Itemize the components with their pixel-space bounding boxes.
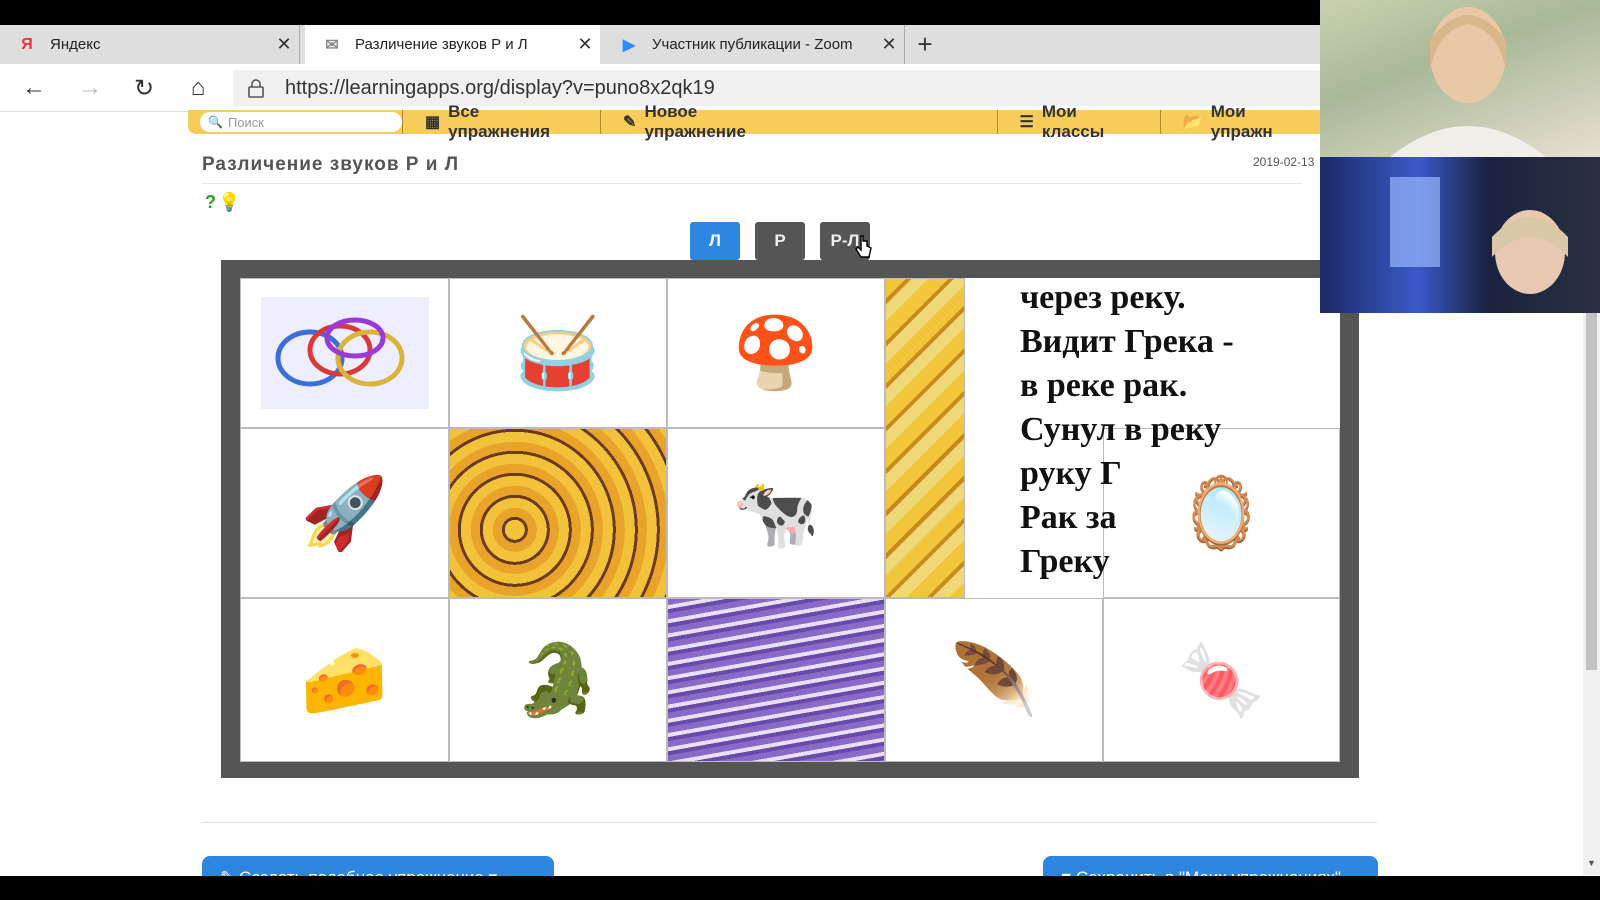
menu-my-exercises[interactable]: 📂 Мои упражн — [1159, 102, 1328, 141]
cow-image: 🐄 — [732, 474, 820, 552]
poem-line: через реку. — [1020, 279, 1186, 316]
pencil-icon: ✎ — [623, 114, 637, 131]
zoom-icon: ▶ — [622, 36, 636, 54]
tab-learningapps[interactable]: ✉ Различение звуков Р и Л ✕ — [305, 25, 600, 64]
puzzle-piece[interactable]: 🐄 — [667, 428, 885, 598]
scroll-down-icon[interactable]: ▼ — [1583, 858, 1600, 872]
menu-all-exercises[interactable]: ▦ Все упражнения — [401, 102, 600, 141]
page-title: Различение звуков Р и Л — [202, 154, 460, 175]
close-tab-icon[interactable]: ✕ — [570, 34, 600, 55]
puzzle-piece[interactable] — [240, 278, 449, 428]
crocodile-image: 🐊 — [514, 641, 602, 719]
puzzle-grid: 🥁 🍄 🚀 🐄 🪞 🧀 🐊 🪶 🍬 через реку. Видит Грек… — [240, 278, 1340, 762]
search-placeholder: Поиск — [227, 114, 264, 130]
tab-title: Различение звуков Р и Л — [355, 36, 528, 53]
illustration-piece[interactable] — [667, 598, 885, 762]
puzzle-piece[interactable]: 🪶 — [885, 598, 1103, 762]
page-date: 2019-02-13 — [1253, 155, 1315, 169]
poem-line: Рак за — [1020, 499, 1117, 536]
close-tab-icon[interactable]: ✕ — [874, 34, 904, 55]
puzzle-piece[interactable]: 🍬 — [1103, 598, 1340, 762]
help-icon[interactable]: ? — [205, 192, 216, 213]
tab-title: Участник публикации - Zoom — [652, 36, 853, 53]
mushroom-image: 🍄 — [732, 314, 820, 392]
puzzle-piece[interactable]: 🐊 — [449, 598, 667, 762]
candy-image: 🍬 — [1177, 641, 1266, 719]
puzzle-piece[interactable]: 🥁 — [449, 278, 667, 428]
reload-button[interactable]: ↻ — [128, 72, 160, 104]
learningapps-icon: ✉ — [325, 36, 339, 54]
forward-button[interactable]: → — [74, 72, 106, 104]
url-text: https://learningapps.org/display?v=puno8… — [285, 76, 715, 99]
puzzle-board: 🥁 🍄 🚀 🐄 🪞 🧀 🐊 🪶 🍬 через реку. Видит Грек… — [221, 260, 1359, 778]
menu-label: Мои упражн — [1210, 102, 1273, 141]
filter-r-button[interactable]: Р — [755, 222, 805, 260]
puzzle-piece[interactable]: 🚀 — [240, 428, 449, 598]
drum-image: 🥁 — [514, 314, 602, 392]
scrollbar-thumb[interactable] — [1586, 310, 1597, 670]
tab-zoom[interactable]: ▶ Участник публикации - Zoom ✕ — [602, 25, 905, 64]
yandex-icon: Я — [21, 35, 33, 53]
poem-text: через реку. Видит Грека - в реке рак. Су… — [1020, 278, 1340, 584]
wing-image: 🪶 — [950, 641, 1038, 719]
filter-l-button[interactable]: Л — [690, 222, 740, 260]
puzzle-piece[interactable]: 🧀 — [240, 598, 449, 762]
menu-label: Новое упражнение — [644, 102, 746, 141]
zoom-video-panel — [1320, 0, 1600, 313]
poem-line: руку Г — [1020, 455, 1122, 492]
close-tab-icon[interactable]: ✕ — [269, 34, 299, 55]
illustration-piece[interactable] — [885, 278, 965, 598]
poem-line: Видит Грека - — [1020, 323, 1234, 360]
lightbulb-icon[interactable]: 💡 — [218, 192, 240, 213]
menu-new-exercise[interactable]: ✎ Новое упражнение — [600, 102, 816, 141]
back-button[interactable]: ← — [18, 72, 50, 104]
tab-title: Яндекс — [50, 36, 101, 53]
participant-video-teacher[interactable] — [1320, 0, 1600, 157]
cheese-image: 🧀 — [300, 641, 389, 719]
lock-icon — [247, 78, 269, 98]
tab-strip: Я Яндекс ✕ ✉ Различение звуков Р и Л ✕ ▶… — [0, 25, 1320, 64]
search-icon: 🔍 — [208, 115, 223, 129]
puzzle-piece[interactable]: 🍄 — [667, 278, 885, 428]
grid-icon: ▦ — [424, 114, 441, 131]
folder-icon: 📂 — [1182, 114, 1203, 131]
filter-buttons: Л Р Р-Л — [690, 222, 870, 260]
search-input[interactable]: 🔍 Поиск — [200, 112, 402, 132]
list-icon: ☰ — [1019, 114, 1034, 131]
vertical-scrollbar[interactable]: ▼ — [1583, 310, 1600, 875]
bottom-black-bar — [0, 876, 1600, 900]
poem-line: в реке рак. — [1020, 367, 1188, 404]
poem-line: Сунул в реку — [1020, 411, 1221, 448]
tab-yandex[interactable]: Я Яндекс ✕ — [0, 25, 300, 64]
menu-my-classes[interactable]: ☰ Мои классы — [996, 102, 1160, 141]
rocket-image: 🚀 — [300, 474, 389, 552]
hint-icons: ? 💡 — [205, 192, 240, 213]
poem-line: Греку — [1020, 543, 1110, 580]
menu-label: Все упражнения — [448, 102, 551, 141]
title-divider — [202, 183, 1302, 184]
browser-window: Я Яндекс ✕ ✉ Различение звуков Р и Л ✕ ▶… — [0, 0, 1600, 900]
home-button[interactable]: ⌂ — [182, 72, 214, 104]
menu-label: Мои классы — [1041, 102, 1105, 141]
url-field[interactable]: https://learningapps.org/display?v=puno8… — [233, 70, 1323, 106]
new-tab-button[interactable]: + — [905, 25, 945, 64]
site-menu-bar: 🔍 Поиск ▦ Все упражнения ✎ Новое упражнени… — [188, 102, 1328, 141]
participant-video-student[interactable] — [1320, 157, 1600, 313]
footer-divider — [202, 822, 1377, 823]
mouse-cursor-icon — [855, 234, 873, 260]
illustration-piece[interactable] — [449, 428, 667, 598]
